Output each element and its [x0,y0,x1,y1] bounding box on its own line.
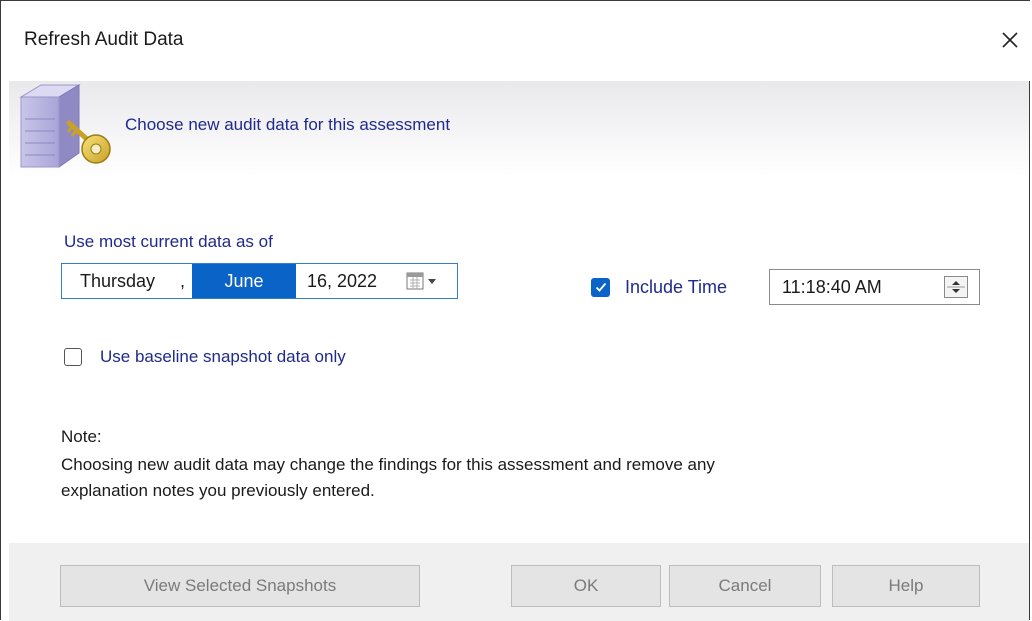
spin-up-down-icon[interactable] [945,277,967,297]
time-value[interactable]: 11:18:40 AM [782,270,882,304]
title-bar: Refresh Audit Data [1,1,1031,81]
date-separator: , [180,271,186,291]
baseline-snapshot-checkbox[interactable]: Use baseline snapshot data only [64,347,346,367]
close-button[interactable] [993,23,1027,57]
window-title: Refresh Audit Data [24,29,184,50]
banner-subtitle: Choose new audit data for this assessmen… [125,115,451,134]
include-time-checkbox[interactable]: Include Time [591,275,727,299]
checkbox-checked-icon[interactable] [591,277,610,297]
close-icon [1002,32,1018,48]
date-day-year[interactable]: 16, 2022 [307,264,377,298]
refresh-audit-data-dialog: Refresh Audit Data Choose new audit data… [0,0,1031,621]
note-text-line-2: explanation notes you previously entered… [61,481,375,500]
dialog-body: Use most current data as of Thursday , J… [9,177,1029,543]
include-time-label[interactable]: Include Time [625,277,727,298]
time-input[interactable]: 11:18:40 AM [769,269,980,305]
cancel-button[interactable]: Cancel [669,565,821,607]
audit-data-key-icon [19,84,111,168]
ok-button[interactable]: OK [511,565,661,607]
data-as-of-label: Use most current data as of [64,232,273,251]
date-picker[interactable]: Thursday , June 16, 2022 [61,263,458,299]
date-day-of-week[interactable]: Thursday [80,264,155,298]
note-title: Note: [61,427,102,446]
view-selected-snapshots-button[interactable]: View Selected Snapshots [60,565,420,607]
help-button[interactable]: Help [832,565,980,607]
note-text-line-1: Choosing new audit data may change the f… [61,455,715,474]
time-spinner[interactable] [944,276,968,298]
baseline-snapshot-label[interactable]: Use baseline snapshot data only [100,347,346,367]
checkbox-unchecked-icon[interactable] [64,348,82,366]
date-month-selected[interactable]: June [192,264,296,298]
header-banner: Choose new audit data for this assessmen… [9,81,1029,177]
calendar-dropdown-icon[interactable] [406,271,440,293]
button-bar: View Selected Snapshots OK Cancel Help [9,543,1029,621]
